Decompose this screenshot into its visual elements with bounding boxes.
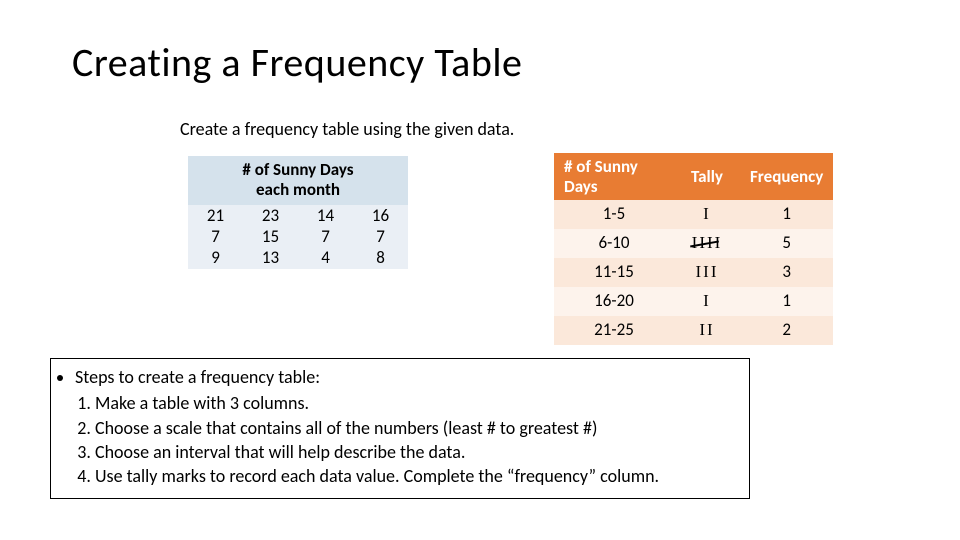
raw-data-cell: 7 bbox=[298, 226, 353, 247]
table-row: 6-10 IIII 5 bbox=[554, 229, 833, 258]
raw-data-cell: 14 bbox=[298, 205, 353, 226]
header-col1-line1: # of Sunny bbox=[564, 156, 638, 177]
frequency-cell: 2 bbox=[740, 316, 833, 345]
step-item: Make a table with 3 columns. bbox=[95, 391, 739, 415]
step-item: Choose a scale that contains all of the … bbox=[95, 416, 739, 440]
frequency-cell: 1 bbox=[740, 287, 833, 316]
frequency-table-header: Frequency bbox=[740, 153, 833, 200]
steps-lead: Steps to create a frequency table: bbox=[75, 365, 739, 389]
tally-cell: III bbox=[674, 258, 740, 287]
raw-data-cell: 4 bbox=[298, 247, 353, 268]
raw-data-body: 21 23 14 16 7 15 7 7 9 13 4 8 bbox=[188, 205, 408, 269]
tally-five-icon: IIII bbox=[692, 232, 723, 255]
tally-cell: II bbox=[674, 316, 740, 345]
raw-data-row: 9 13 4 8 bbox=[188, 247, 408, 268]
tally-cell: I bbox=[674, 200, 740, 229]
frequency-table-header: Tally bbox=[674, 153, 740, 200]
raw-data-cell: 15 bbox=[243, 226, 298, 247]
frequency-cell: 5 bbox=[740, 229, 833, 258]
raw-data-cell: 7 bbox=[188, 226, 243, 247]
raw-data-cell: 9 bbox=[188, 247, 243, 268]
raw-data-heading-line2: each month bbox=[256, 179, 340, 200]
step-item: Choose an interval that will help descri… bbox=[95, 440, 739, 464]
range-cell: 1-5 bbox=[554, 200, 674, 229]
frequency-cell: 1 bbox=[740, 200, 833, 229]
raw-data-row: 21 23 14 16 bbox=[188, 205, 408, 226]
frequency-cell: 3 bbox=[740, 258, 833, 287]
raw-data-cell: 13 bbox=[243, 247, 298, 268]
table-row: 16-20 I 1 bbox=[554, 287, 833, 316]
raw-data-cell: 23 bbox=[243, 205, 298, 226]
frequency-table-header-row: # of Sunny Days Tally Frequency bbox=[554, 153, 833, 200]
tally-cell: IIII bbox=[674, 229, 740, 258]
range-cell: 21-25 bbox=[554, 316, 674, 345]
table-row: 1-5 I 1 bbox=[554, 200, 833, 229]
table-row: 11-15 III 3 bbox=[554, 258, 833, 287]
subtitle: Create a frequency table using the given… bbox=[180, 118, 514, 140]
table-row: 21-25 II 2 bbox=[554, 316, 833, 345]
raw-data-heading-line1: # of Sunny Days bbox=[242, 159, 353, 180]
raw-data-cell: 21 bbox=[188, 205, 243, 226]
raw-data-box: # of Sunny Days each month 21 23 14 16 7… bbox=[188, 156, 408, 269]
raw-data-cell: 16 bbox=[353, 205, 408, 226]
header-col1-line2: Days bbox=[564, 176, 598, 197]
raw-data-row: 7 15 7 7 bbox=[188, 226, 408, 247]
raw-data-cell: 7 bbox=[353, 226, 408, 247]
raw-data-cell: 8 bbox=[353, 247, 408, 268]
range-cell: 11-15 bbox=[554, 258, 674, 287]
frequency-table-header: # of Sunny Days bbox=[554, 153, 674, 200]
step-item: Use tally marks to record each data valu… bbox=[95, 464, 739, 488]
frequency-table: # of Sunny Days Tally Frequency 1-5 I 1 … bbox=[554, 153, 833, 345]
steps-box: Steps to create a frequency table: Make … bbox=[50, 358, 750, 499]
raw-data-heading: # of Sunny Days each month bbox=[188, 156, 408, 205]
slide: Creating a Frequency Table Create a freq… bbox=[0, 0, 960, 540]
tally-cell: I bbox=[674, 287, 740, 316]
range-cell: 6-10 bbox=[554, 229, 674, 258]
page-title: Creating a Frequency Table bbox=[72, 38, 522, 87]
range-cell: 16-20 bbox=[554, 287, 674, 316]
